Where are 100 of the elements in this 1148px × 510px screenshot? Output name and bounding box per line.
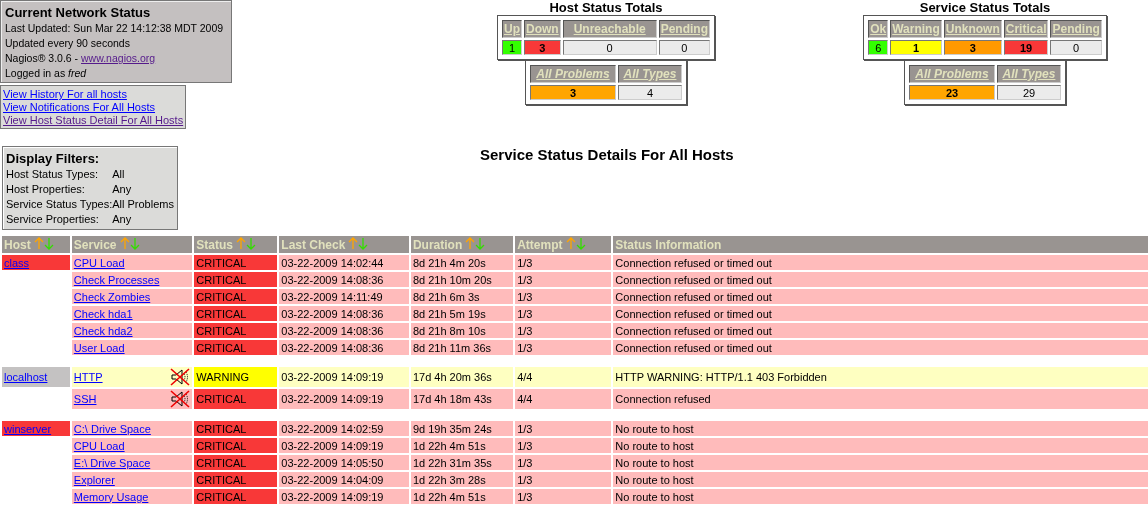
count-cell: 3 — [943, 40, 1002, 55]
duration-cell: 8d 21h 10m 20s — [410, 272, 514, 287]
notifications-disabled-icon — [170, 367, 191, 387]
status-cell: CRITICAL — [194, 340, 278, 355]
status-cell: CRITICAL — [194, 323, 278, 338]
nav-link[interactable]: View Notifications For All Hosts — [3, 101, 156, 114]
last-check-cell: 03-22-2009 14:08:36 — [279, 340, 409, 355]
status-cell: CRITICAL — [194, 421, 278, 436]
last-check-cell: 03-22-2009 14:09:19 — [279, 389, 409, 409]
attempt-cell: 1/3 — [515, 306, 612, 321]
status-info-cell: Connection refused or timed out — [613, 289, 1148, 304]
service-link[interactable]: CPU Load — [73, 256, 125, 269]
sort-arrows-icon[interactable] — [33, 237, 56, 250]
last-check-cell: 03-22-2009 14:09:19 — [279, 367, 409, 387]
last-check-cell: 03-22-2009 14:08:36 — [279, 306, 409, 321]
duration-cell: 17d 4h 20m 36s — [410, 367, 514, 387]
status-cell: CRITICAL — [194, 272, 278, 287]
count-cell: 19 — [1003, 40, 1049, 55]
service-link[interactable]: C:\ Drive Space — [73, 422, 151, 435]
filter-label: Host Status Types: — [6, 167, 100, 182]
status-cell: WARNING — [194, 367, 278, 387]
status-cell: CRITICAL — [194, 438, 278, 453]
status-info-cell: Connection refused or timed out — [613, 255, 1148, 270]
column-label: Status Information — [615, 237, 722, 252]
duration-cell: 1d 22h 31m 35s — [410, 455, 514, 470]
host-link[interactable]: localhost — [4, 371, 48, 383]
service-link[interactable]: User Load — [73, 341, 125, 354]
duration-cell: 17d 4h 18m 43s — [410, 389, 514, 409]
service-link[interactable]: Check hda2 — [73, 324, 133, 337]
count-cell: 23 — [909, 85, 995, 100]
nav-link[interactable]: View Host Status Detail For All Hosts — [3, 114, 184, 127]
status-info-cell: No route to host — [613, 421, 1148, 436]
last-check-cell: 03-22-2009 14:02:59 — [279, 421, 409, 436]
sort-arrows-icon[interactable] — [119, 237, 142, 250]
column-label: Attempt — [517, 238, 563, 252]
count-cell: 3 — [530, 85, 616, 100]
service-link[interactable]: Check Processes — [73, 273, 160, 286]
nav-link[interactable]: View History For all hosts — [3, 88, 127, 101]
status-cell: CRITICAL — [194, 306, 278, 321]
last-check-cell: 03-22-2009 14:09:19 — [279, 438, 409, 453]
status-info-cell: No route to host — [613, 455, 1148, 470]
status-info-cell: HTTP WARNING: HTTP/1.1 403 Forbidden — [613, 367, 1148, 387]
duration-cell: 8d 21h 5m 19s — [410, 306, 514, 321]
page-title: Service Status Details For All Hosts — [480, 146, 734, 163]
count-cell: 3 — [524, 40, 561, 55]
panel-title: Current Network Status — [5, 5, 152, 21]
service-link[interactable]: Check Zombies — [73, 290, 151, 303]
duration-cell: 8d 21h 6m 3s — [410, 289, 514, 304]
count-cell: 1 — [890, 40, 942, 55]
last-check-cell: 03-22-2009 14:08:36 — [279, 272, 409, 287]
status-info-cell: Connection refused — [613, 389, 1148, 409]
status-info-cell: No route to host — [613, 472, 1148, 487]
duration-cell: 8d 21h 8m 10s — [410, 323, 514, 338]
status-info-cell: Connection refused or timed out — [613, 323, 1148, 338]
version-text: Nagios® 3.0.6 - — [5, 52, 80, 64]
status-cell: CRITICAL — [194, 289, 278, 304]
attempt-cell: 1/3 — [515, 255, 612, 270]
last-check-cell: 03-22-2009 14:02:44 — [279, 255, 409, 270]
last-check-cell: 03-22-2009 14:08:36 — [279, 323, 409, 338]
service-link[interactable]: E:\ Drive Space — [73, 456, 151, 469]
filter-label: Service Properties: — [6, 212, 100, 227]
service-link[interactable]: Check hda1 — [73, 307, 133, 320]
last-check-cell: 03-22-2009 14:09:19 — [279, 489, 409, 504]
status-cell: CRITICAL — [194, 455, 278, 470]
column-label: Service — [73, 238, 117, 252]
attempt-cell: 4/4 — [515, 389, 612, 409]
last-check-cell: 03-22-2009 14:05:50 — [279, 455, 409, 470]
status-cell: CRITICAL — [194, 255, 278, 270]
attempt-cell: 1/3 — [515, 421, 612, 436]
service-link[interactable]: Explorer — [73, 473, 115, 486]
status-info-cell: No route to host — [613, 489, 1148, 504]
count-cell: 29 — [997, 85, 1061, 100]
last-check-cell: 03-22-2009 14:11:49 — [279, 289, 409, 304]
filter-label: Host Properties: — [6, 182, 86, 197]
update-interval-text: Updated every 90 seconds — [5, 36, 131, 51]
duration-cell: 1d 22h 4m 51s — [410, 489, 514, 504]
attempt-cell: 1/3 — [515, 472, 612, 487]
status-cell: CRITICAL — [194, 489, 278, 504]
attempt-cell: 1/3 — [515, 455, 612, 470]
last-check-cell: 03-22-2009 14:04:09 — [279, 472, 409, 487]
column-label: Last Check — [281, 238, 346, 252]
filter-value: All Problems — [112, 197, 174, 212]
sort-arrows-icon[interactable] — [236, 237, 258, 250]
filters-title: Display Filters: — [6, 150, 101, 167]
column-label: Host — [4, 238, 31, 252]
count-cell: 0 — [562, 40, 657, 55]
count-cell: 4 — [618, 85, 682, 100]
column-label: Status — [196, 238, 233, 252]
service-link[interactable]: Memory Usage — [73, 490, 149, 503]
website-link[interactable]: www.nagios.org — [81, 52, 156, 64]
column-label: Duration — [412, 238, 463, 252]
sort-arrows-icon[interactable] — [565, 237, 588, 250]
service-link[interactable]: CPU Load — [73, 439, 125, 452]
attempt-cell: 1/3 — [515, 289, 612, 304]
attempt-cell: 1/3 — [515, 340, 612, 355]
status-info-cell: No route to host — [613, 438, 1148, 453]
filter-value: Any — [112, 212, 133, 227]
attempt-cell: 1/3 — [515, 323, 612, 338]
count-cell: 0 — [1050, 40, 1102, 55]
status-cell: CRITICAL — [194, 389, 278, 409]
